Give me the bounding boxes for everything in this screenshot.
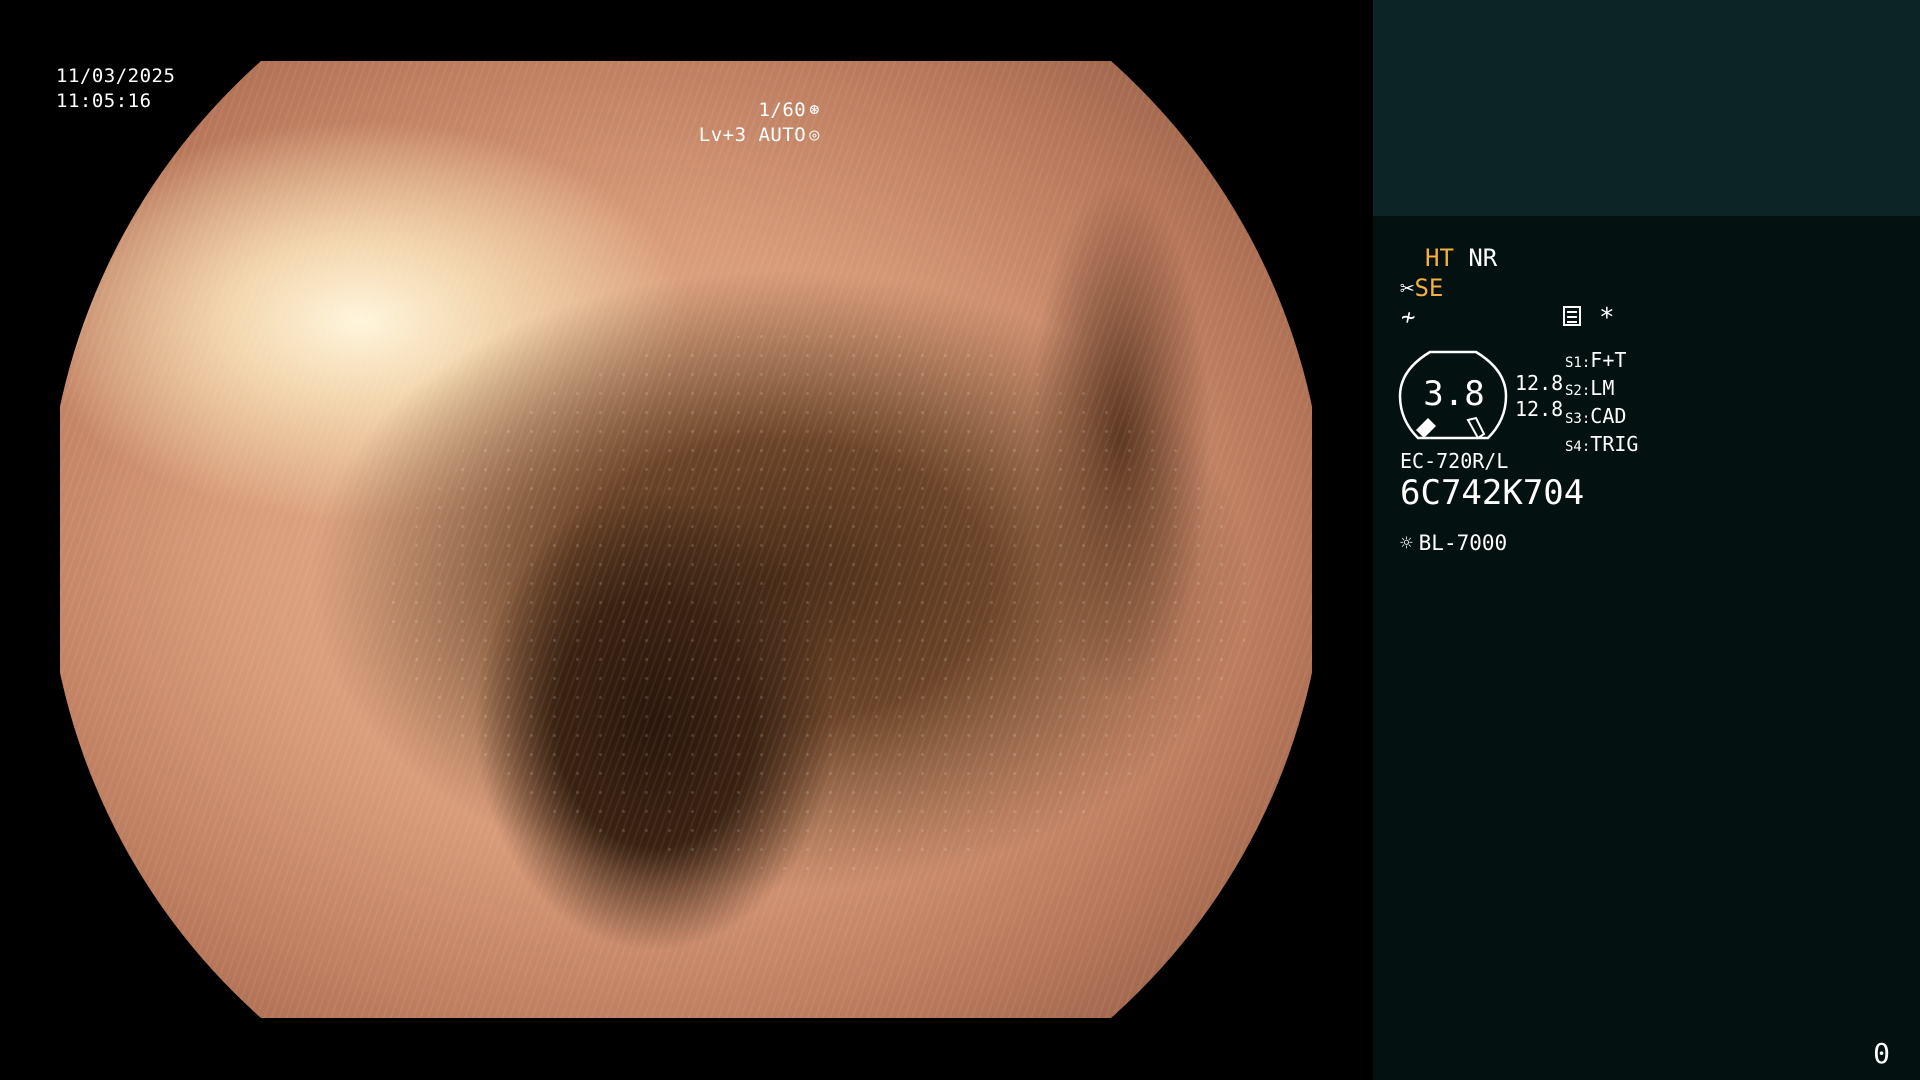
- scope-serial: 6C742K704: [1400, 473, 1585, 513]
- asterisk-indicator: *: [1599, 303, 1615, 333]
- switch-key: S1:: [1565, 355, 1591, 371]
- light-source-row: ☼ BL-7000: [1400, 531, 1507, 555]
- gauge-value: 3.8: [1423, 374, 1485, 414]
- enhance-icon: ≁: [1401, 303, 1416, 331]
- status-panel: HT NR ✂SE ≁ * 3.8 12.8 12.8 S1:F+T S2:LM…: [1373, 0, 1920, 1080]
- structure-icon: [1563, 306, 1581, 326]
- sun-icon: ☼: [1400, 531, 1413, 555]
- se-indicator: SE: [1414, 274, 1444, 302]
- date-text: 11/03/2025: [56, 65, 176, 87]
- light-source-text: BL-7000: [1418, 531, 1508, 555]
- ht-nr-row: HT NR: [1425, 244, 1497, 272]
- scope-model: EC-720R/L: [1400, 449, 1509, 473]
- switch-value: LM: [1590, 376, 1615, 400]
- exposure-display: 1/60 ⊛ Lv+3 AUTO ◎: [699, 98, 820, 148]
- image-counter: 0: [1873, 1037, 1890, 1070]
- switch-key: S2:: [1565, 383, 1591, 399]
- switch-value: F+T: [1590, 348, 1627, 372]
- ht-indicator: HT: [1425, 244, 1454, 272]
- switch-s4: S4:TRIG: [1565, 432, 1638, 460]
- switch-key: S4:: [1565, 439, 1591, 455]
- shutter-text: 1/60: [758, 99, 807, 121]
- panel-header-area: [1373, 0, 1920, 216]
- time-text: 11:05:16: [56, 90, 152, 112]
- nr-indicator: NR: [1468, 244, 1498, 272]
- aperture-icon: ⊛: [809, 100, 820, 120]
- gauge-num-2: 12.8: [1515, 397, 1564, 421]
- shutter-row: 1/60 ⊛: [699, 98, 820, 123]
- scissors-icon: ✂: [1400, 274, 1415, 302]
- gauge-num-1: 12.8: [1515, 371, 1564, 395]
- endoscopic-view: [60, 61, 1312, 1018]
- switch-s2: S2:LM: [1565, 376, 1638, 404]
- endoscopic-image-area: 11/03/2025 11:05:16 1/60 ⊛ Lv+3 AUTO ◎: [0, 0, 1373, 1080]
- datetime-display: 11/03/2025 11:05:16: [56, 64, 175, 114]
- iris-row: Lv+3 AUTO ◎: [699, 123, 820, 148]
- iris-text: Lv+3 AUTO: [698, 124, 807, 146]
- switch-key: S3:: [1565, 411, 1591, 427]
- se-row: ✂SE: [1400, 274, 1443, 302]
- switch-s1: S1:F+T: [1565, 348, 1638, 376]
- target-icon: ◎: [809, 125, 820, 145]
- switch-value: TRIG: [1590, 432, 1639, 456]
- switch-assignments: S1:F+T S2:LM S3:CAD S4:TRIG: [1565, 348, 1638, 460]
- gauge-numbers: 12.8 12.8: [1515, 370, 1563, 422]
- switch-s3: S3:CAD: [1565, 404, 1638, 432]
- switch-value: CAD: [1590, 404, 1627, 428]
